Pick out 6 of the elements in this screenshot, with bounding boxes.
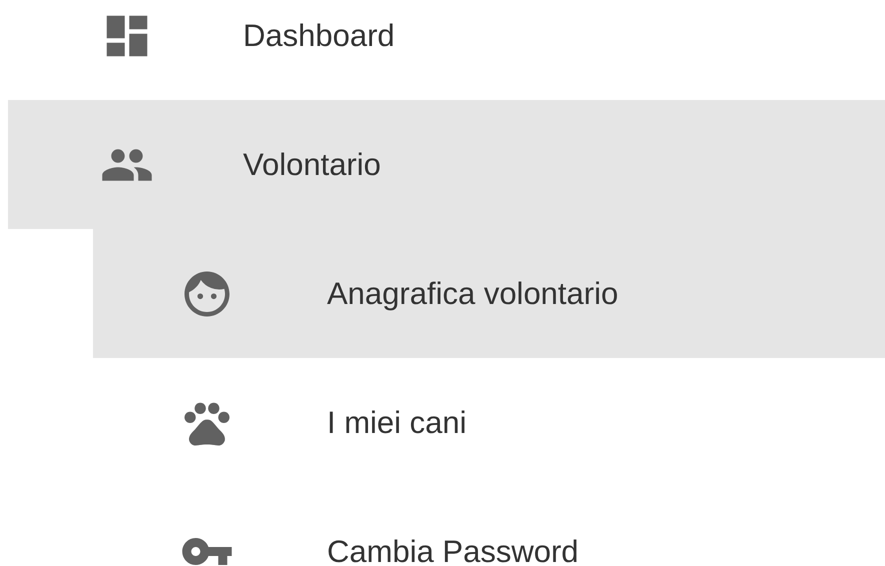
key-icon: [180, 538, 234, 565]
menu-item[interactable]: I miei cani: [93, 358, 885, 487]
menu-item[interactable]: Cambia Password: [93, 487, 885, 566]
menu-item[interactable]: Anagrafica volontario: [93, 229, 885, 358]
menu-item[interactable]: Dashboard: [8, 0, 885, 100]
menu-item[interactable]: Volontario: [8, 100, 885, 229]
